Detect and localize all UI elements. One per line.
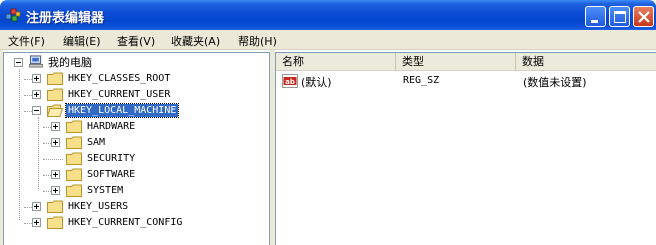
value-type: REG_SZ: [403, 75, 440, 86]
menu-help[interactable]: 帮助(H): [238, 33, 277, 49]
tree-node-system[interactable]: SYSTEM: [4, 183, 264, 199]
tree-label: SECURITY: [87, 153, 136, 164]
tree-label: HKEY_CURRENT_CONFIG: [68, 217, 183, 228]
tree-node-hklm[interactable]: HKEY_LOCAL_MACHINE: [4, 103, 264, 119]
expand-icon[interactable]: [51, 170, 60, 179]
value-data: (数值未设置): [523, 76, 587, 89]
tree-node-my-computer[interactable]: 我的电脑: [4, 55, 264, 71]
menu-favorites[interactable]: 收藏夹(A): [171, 33, 220, 49]
folder-icon: [47, 200, 63, 213]
tree-label: HKEY_CLASSES_ROOT: [68, 73, 171, 84]
expand-icon[interactable]: [51, 186, 60, 195]
expand-icon[interactable]: [32, 74, 41, 83]
tree-label: SYSTEM: [87, 185, 124, 196]
close-button[interactable]: [633, 6, 654, 27]
tree-label: SOFTWARE: [87, 169, 136, 180]
expand-icon[interactable]: [32, 90, 41, 99]
folder-icon: [66, 168, 82, 181]
expand-icon[interactable]: [32, 218, 41, 227]
expand-icon[interactable]: [32, 202, 41, 211]
list-header: 名称 类型 数据: [276, 53, 656, 71]
tree-label-selected: HKEY_LOCAL_MACHINE: [64, 103, 180, 118]
menu-bar: 文件(F) 编辑(E) 查看(V) 收藏夹(A) 帮助(H): [0, 30, 656, 50]
minimize-button[interactable]: [585, 6, 606, 27]
tree-node-hkcu[interactable]: HKEY_CURRENT_USER: [4, 87, 264, 103]
tree-label: HARDWARE: [87, 121, 136, 132]
column-header-name[interactable]: 名称: [276, 53, 396, 71]
folder-icon: [66, 120, 82, 133]
close-icon: [638, 11, 650, 23]
tree-node-software[interactable]: SOFTWARE: [4, 167, 264, 183]
menu-view[interactable]: 查看(V): [117, 33, 155, 49]
folder-icon: [66, 184, 82, 197]
menu-file[interactable]: 文件(F): [8, 33, 45, 49]
list-row[interactable]: ab (默认) REG_SZ (数值未设置): [276, 73, 656, 89]
svg-text:ab: ab: [285, 78, 295, 86]
collapse-icon[interactable]: [14, 58, 23, 67]
string-value-icon: ab: [282, 74, 298, 88]
column-header-data[interactable]: 数据: [516, 53, 656, 71]
menu-edit[interactable]: 编辑(E): [63, 33, 101, 49]
folder-icon: [47, 216, 63, 229]
tree-pane[interactable]: 我的电脑 HKEY_CLASSES_ROOT HKEY_CURRENT_USER…: [3, 52, 270, 245]
minimize-icon: [591, 20, 598, 23]
folder-icon: [66, 152, 82, 165]
expand-icon[interactable]: [51, 122, 60, 131]
values-list[interactable]: 名称 类型 数据 ab (默认) REG_SZ (数值未设置): [275, 52, 656, 245]
regedit-icon: [5, 8, 21, 22]
title-bar[interactable]: 注册表编辑器: [0, 0, 656, 30]
folder-icon: [47, 88, 63, 101]
tree-label: SAM: [87, 137, 106, 148]
tree-node-hardware[interactable]: HARDWARE: [4, 119, 264, 135]
tree-label: 我的电脑: [48, 56, 92, 69]
maximize-button[interactable]: [609, 6, 630, 27]
window-title: 注册表编辑器: [26, 11, 105, 26]
expand-icon[interactable]: [51, 138, 60, 147]
tree-node-security[interactable]: SECURITY: [4, 151, 264, 167]
open-folder-icon: [47, 104, 63, 117]
folder-icon: [47, 72, 63, 85]
value-name: (默认): [301, 76, 332, 89]
tree-node-hkcr[interactable]: HKEY_CLASSES_ROOT: [4, 71, 264, 87]
tree-node-sam[interactable]: SAM: [4, 135, 264, 151]
collapse-icon[interactable]: [32, 106, 41, 115]
tree-node-hku[interactable]: HKEY_USERS: [4, 199, 264, 215]
computer-icon: [29, 55, 43, 68]
tree-label: HKEY_USERS: [68, 201, 129, 212]
folder-icon: [66, 136, 82, 149]
column-header-type[interactable]: 类型: [396, 53, 516, 71]
tree-label: HKEY_CURRENT_USER: [68, 89, 171, 100]
tree-node-hkcc[interactable]: HKEY_CURRENT_CONFIG: [4, 215, 264, 231]
maximize-icon: [614, 11, 626, 23]
